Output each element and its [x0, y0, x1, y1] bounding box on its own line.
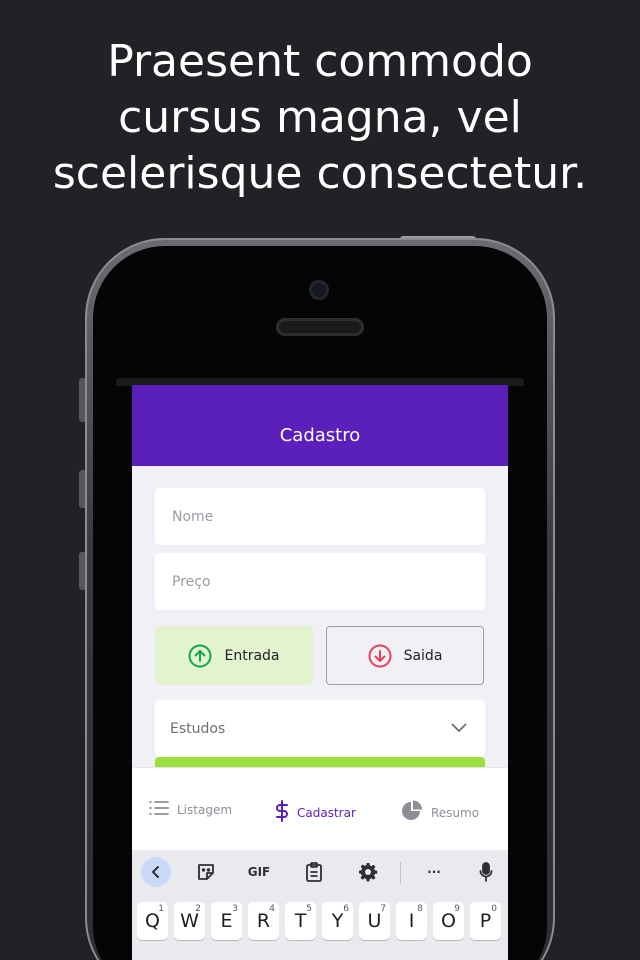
key-q[interactable]: Q1	[137, 902, 168, 940]
pie-chart-icon	[401, 800, 423, 825]
outcome-type-button[interactable]: Saida	[326, 626, 484, 685]
dollar-icon	[275, 800, 289, 825]
key-label: P	[479, 910, 492, 932]
front-camera	[309, 280, 329, 300]
key-p[interactable]: P0	[470, 902, 501, 940]
tab-cadastrar-label: Cadastrar	[297, 805, 356, 820]
income-type-button[interactable]: Entrada	[155, 626, 313, 685]
key-hint: 8	[417, 904, 423, 914]
key-hint: 1	[158, 904, 164, 914]
key-label: Y	[331, 910, 344, 932]
bottom-tab-bar: Listagem Cadastrar Resumo	[132, 767, 508, 850]
arrow-up-circle-icon	[188, 644, 212, 668]
earpiece-speaker	[276, 318, 364, 336]
soft-keyboard: GIF ··· Q1 W 2 E 3 R 4 T 5 Y 6 U 7 I 8 O…	[132, 850, 508, 960]
key-y[interactable]: Y6	[322, 902, 353, 940]
income-type-label: Entrada	[224, 647, 280, 664]
key-r[interactable]: R4	[248, 902, 279, 940]
key-hint: 0	[491, 904, 497, 914]
toolbar-divider	[400, 862, 401, 884]
key-i[interactable]: I8	[396, 902, 427, 940]
sticker-icon[interactable]	[194, 858, 218, 886]
key-hint: 4	[269, 904, 275, 914]
key-hint: 2	[195, 904, 201, 914]
mic-icon[interactable]	[476, 858, 496, 886]
category-value: Estudos	[170, 720, 226, 737]
key-label: R	[256, 910, 271, 932]
page-title: Cadastro	[279, 425, 361, 446]
name-input[interactable]	[155, 488, 485, 545]
key-label: E	[220, 910, 233, 932]
tab-listagem-label: Listagem	[177, 802, 233, 817]
key-hint: 5	[306, 904, 312, 914]
back-icon[interactable]	[141, 857, 171, 887]
key-label: I	[408, 910, 415, 932]
category-select[interactable]: Estudos	[155, 700, 485, 757]
gear-icon[interactable]	[356, 858, 380, 886]
chevron-down-icon	[451, 721, 467, 737]
key-hint: 7	[380, 904, 386, 914]
list-icon	[149, 800, 169, 819]
outcome-type-label: Saida	[403, 647, 443, 664]
app-screen: Cadastro Entrada Saida Estudos	[132, 385, 508, 960]
key-o[interactable]: O9	[433, 902, 464, 940]
key-t[interactable]: T5	[285, 902, 316, 940]
clipboard-icon[interactable]	[302, 858, 326, 886]
key-hint: 3	[232, 904, 238, 914]
tab-resumo[interactable]: Resumo	[401, 800, 479, 825]
arrow-down-circle-icon	[368, 644, 392, 668]
app-header: Cadastro	[132, 385, 508, 466]
key-e[interactable]: E3	[211, 902, 242, 940]
more-icon[interactable]: ···	[420, 858, 448, 886]
tab-resumo-label: Resumo	[431, 805, 480, 820]
gif-button[interactable]: GIF	[244, 858, 274, 886]
tab-listagem[interactable]: Listagem	[149, 800, 232, 819]
key-hint: 6	[343, 904, 349, 914]
key-label: T	[294, 910, 307, 932]
key-u[interactable]: U7	[359, 902, 390, 940]
price-field[interactable]	[155, 553, 485, 610]
tab-cadastrar[interactable]: Cadastrar	[275, 800, 356, 825]
key-hint: 9	[454, 904, 460, 914]
headline: Praesent commodo cursus magna, vel scele…	[52, 36, 588, 199]
keyboard-toolbar: GIF ···	[132, 850, 508, 894]
price-input[interactable]	[155, 553, 485, 610]
name-field[interactable]	[155, 488, 485, 545]
key-w[interactable]: W2	[174, 902, 205, 940]
